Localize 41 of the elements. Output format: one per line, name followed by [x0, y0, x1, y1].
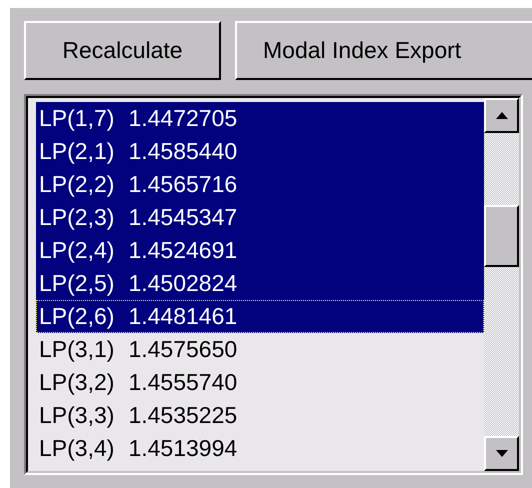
- index-value: 1.4524691: [128, 239, 238, 262]
- index-value: 1.4575650: [128, 338, 238, 361]
- index-value: 1.4502824: [128, 272, 238, 295]
- list-item[interactable]: LP(3,4) 1.4513994: [36, 432, 484, 465]
- list-item[interactable]: LP(3,3) 1.4535225: [36, 399, 484, 432]
- list-item[interactable]: LP(2,2) 1.4565716: [36, 168, 484, 201]
- scroll-thumb[interactable]: [484, 205, 519, 267]
- mode-label: LP(2,2): [39, 173, 114, 196]
- toolbar-button[interactable]: Recalculate: [24, 21, 221, 80]
- scroll-up-button[interactable]: [484, 98, 519, 133]
- mode-label: LP(3,4): [39, 437, 114, 460]
- index-value: 1.4585440: [128, 140, 238, 163]
- list-item[interactable]: LP(2,5) 1.4502824: [36, 267, 484, 300]
- list-item[interactable]: LP(2,6) 1.4481461: [36, 300, 484, 333]
- index-value: 1.4555740: [128, 371, 238, 394]
- up-arrow-icon: [496, 112, 508, 119]
- list-item[interactable]: LP(2,4) 1.4524691: [36, 234, 484, 267]
- index-value: 1.4545347: [128, 206, 238, 229]
- list-item[interactable]: LP(3,1) 1.4575650: [36, 333, 484, 366]
- mode-label: LP(2,3): [39, 206, 114, 229]
- mode-label: LP(2,1): [39, 140, 114, 163]
- index-value: 1.4535225: [128, 404, 238, 427]
- mode-label: LP(3,2): [39, 371, 114, 394]
- mode-label: LP(3,1): [39, 338, 114, 361]
- list-item[interactable]: LP(3,2) 1.4555740: [36, 366, 484, 399]
- toolbar-button[interactable]: Modal Index Export: [235, 21, 532, 80]
- index-value: 1.4481461: [128, 305, 238, 328]
- mode-label: LP(2,6): [39, 305, 114, 328]
- mode-label: LP(3,3): [39, 404, 114, 427]
- list-item[interactable]: LP(2,1) 1.4585440: [36, 135, 484, 168]
- list-item[interactable]: LP(1,7) 1.4472705: [36, 102, 484, 135]
- mode-label: LP(2,4): [39, 239, 114, 262]
- index-value: 1.4565716: [128, 173, 238, 196]
- down-arrow-icon: [496, 450, 508, 457]
- scrollbar[interactable]: [484, 98, 519, 471]
- index-value: 1.4472705: [128, 107, 238, 130]
- list-item[interactable]: LP(2,3) 1.4545347: [36, 201, 484, 234]
- scroll-down-button[interactable]: [484, 436, 519, 471]
- mode-label: LP(2,5): [39, 272, 114, 295]
- index-value: 1.4513994: [128, 437, 238, 460]
- mode-label: LP(1,7): [39, 107, 114, 130]
